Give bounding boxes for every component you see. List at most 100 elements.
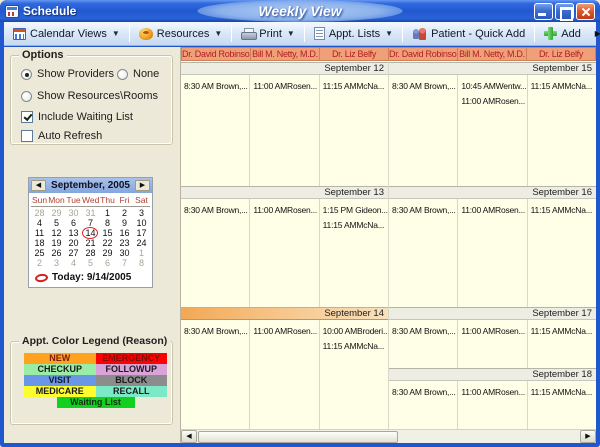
appointment[interactable]: 11:15 AMMcNa... <box>531 386 596 401</box>
appointment[interactable]: 8:30 AM Brown,... <box>184 325 249 340</box>
day-provider-column[interactable]: 1:15 PM Gideon...11:15 AMMcNa... <box>320 199 388 307</box>
calendar-day[interactable]: 5 <box>82 258 99 268</box>
calendar-day[interactable]: 22 <box>99 238 116 248</box>
day-header[interactable]: September 12 <box>181 62 388 75</box>
appointment[interactable]: 8:30 AM Brown,... <box>392 386 457 401</box>
day-provider-column[interactable]: 8:30 AM Brown,... <box>181 199 250 307</box>
calendar-day[interactable]: 14 <box>82 228 99 238</box>
calendar-day[interactable]: 17 <box>133 228 150 238</box>
calendar-day[interactable]: 31 <box>82 208 99 218</box>
calendar-views-button[interactable]: Calendar Views ▼ <box>7 26 126 42</box>
day-header[interactable]: September 14 <box>181 307 388 320</box>
calendar-day[interactable]: 18 <box>31 238 48 248</box>
day-header[interactable]: September 13 <box>181 186 388 199</box>
appointment[interactable]: 8:30 AM Brown,... <box>184 204 249 219</box>
calendar-day[interactable]: 24 <box>133 238 150 248</box>
day-provider-column[interactable]: 8:30 AM Brown,... <box>389 199 458 307</box>
day-provider-column[interactable]: 11:15 AMMcNa... <box>528 199 596 307</box>
calendar-day[interactable]: 16 <box>116 228 133 238</box>
calendar-day[interactable]: 2 <box>31 258 48 268</box>
day-header[interactable]: September 16 <box>389 186 596 199</box>
scroll-right-arrow[interactable]: ▶ <box>580 430 596 443</box>
calendar-day[interactable]: 29 <box>48 208 65 218</box>
calendar-prev-button[interactable]: ◀ <box>31 180 46 191</box>
calendar-day[interactable]: 8 <box>99 218 116 228</box>
appointment[interactable]: 8:30 AM Brown,... <box>184 80 249 95</box>
appointment[interactable]: 11:15 AMMcNa... <box>323 219 388 234</box>
day-provider-column[interactable]: 10:45 AMWentw...11:00 AMRosen... <box>458 75 527 186</box>
appointment[interactable]: 10:45 AMWentw... <box>461 80 526 95</box>
day-provider-column[interactable]: 10:00 AMBroderi...11:15 AMMcNa... <box>320 320 388 429</box>
appointment[interactable]: 11:00 AMRosen... <box>461 325 526 340</box>
appointment[interactable]: 11:00 AMRosen... <box>461 386 526 401</box>
calendar-today-row[interactable]: Today: 9/14/2005 <box>29 269 152 287</box>
calendar-day[interactable]: 3 <box>133 208 150 218</box>
day-provider-column[interactable]: 8:30 AM Brown,... <box>389 320 458 368</box>
calendar-day[interactable]: 15 <box>99 228 116 238</box>
calendar-day[interactable]: 28 <box>31 208 48 218</box>
calendar-day[interactable]: 8 <box>133 258 150 268</box>
calendar-day[interactable]: 4 <box>31 218 48 228</box>
calendar-day[interactable]: 26 <box>48 248 65 258</box>
day-header[interactable]: September 17 <box>389 307 596 320</box>
appointment[interactable]: 8:30 AM Brown,... <box>392 80 457 95</box>
calendar-day[interactable]: 11 <box>31 228 48 238</box>
calendar-day[interactable]: 25 <box>31 248 48 258</box>
calendar-day[interactable]: 27 <box>65 248 82 258</box>
appointment[interactable]: 11:00 AMRosen... <box>253 204 318 219</box>
day-provider-column[interactable]: 8:30 AM Brown,... <box>181 320 250 429</box>
day-provider-column[interactable]: 11:00 AMRosen... <box>250 75 319 186</box>
appointment[interactable]: 1:15 PM Gideon... <box>323 204 388 219</box>
appointment[interactable]: 11:15 AMMcNa... <box>531 325 596 340</box>
day-provider-column[interactable]: 11:00 AMRosen... <box>250 320 319 429</box>
calendar-day[interactable]: 6 <box>65 218 82 228</box>
appointment[interactable]: 8:30 AM Brown,... <box>392 325 457 340</box>
maximize-button[interactable] <box>555 3 574 20</box>
calendar-next-button[interactable]: ▶ <box>135 180 150 191</box>
scroll-left-arrow[interactable]: ◀ <box>181 430 197 443</box>
appt-lists-button[interactable]: Appt. Lists ▼ <box>308 25 399 42</box>
toolbar-overflow-button[interactable]: ▶ <box>588 27 600 41</box>
day-provider-column[interactable]: 11:00 AMRosen... <box>458 381 527 429</box>
appointment[interactable]: 11:15 AMMcNa... <box>323 80 388 95</box>
provider-column-header[interactable]: Dr. David Robinson <box>181 47 251 61</box>
calendar-day[interactable]: 1 <box>99 208 116 218</box>
calendar-day[interactable]: 30 <box>65 208 82 218</box>
appointment[interactable]: 11:00 AMRosen... <box>461 204 526 219</box>
include-waiting-list-checkbox[interactable] <box>21 111 33 123</box>
day-provider-column[interactable]: 8:30 AM Brown,... <box>389 381 458 429</box>
calendar-day[interactable]: 1 <box>133 248 150 258</box>
appointment[interactable]: 10:00 AMBroderi... <box>323 325 388 340</box>
day-provider-column[interactable]: 8:30 AM Brown,... <box>181 75 250 186</box>
day-provider-column[interactable]: 11:00 AMRosen... <box>250 199 319 307</box>
appointment[interactable]: 11:15 AMMcNa... <box>323 340 388 355</box>
calendar-day[interactable]: 23 <box>116 238 133 248</box>
calendar-day[interactable]: 13 <box>65 228 82 238</box>
day-provider-column[interactable]: 11:15 AMMcNa... <box>320 75 388 186</box>
day-provider-column[interactable]: 11:00 AMRosen... <box>458 199 527 307</box>
calendar-day[interactable]: 20 <box>65 238 82 248</box>
calendar-day[interactable]: 19 <box>48 238 65 248</box>
provider-column-header[interactable]: Dr. Liz Belfy <box>527 47 596 61</box>
calendar-day[interactable]: 29 <box>99 248 116 258</box>
day-provider-column[interactable]: 8:30 AM Brown,... <box>389 75 458 186</box>
calendar-day[interactable]: 5 <box>48 218 65 228</box>
calendar-day[interactable]: 12 <box>48 228 65 238</box>
day-provider-column[interactable]: 11:15 AMMcNa... <box>528 320 596 368</box>
calendar-day[interactable]: 9 <box>116 218 133 228</box>
calendar-day[interactable]: 30 <box>116 248 133 258</box>
close-button[interactable] <box>576 3 595 20</box>
calendar-day[interactable]: 6 <box>99 258 116 268</box>
resources-button[interactable]: Resources ▼ <box>133 26 229 42</box>
calendar-day[interactable]: 28 <box>82 248 99 258</box>
add-button[interactable]: Add <box>538 25 587 42</box>
provider-column-header[interactable]: Dr. Liz Belfy <box>320 47 389 61</box>
calendar-day[interactable]: 2 <box>116 208 133 218</box>
provider-column-header[interactable]: Bill M. Netty, M.D. <box>458 47 527 61</box>
patient-quick-add-button[interactable]: Patient - Quick Add <box>406 26 531 42</box>
day-provider-column[interactable]: 11:15 AMMcNa... <box>528 75 596 186</box>
appointment[interactable]: 11:00 AMRosen... <box>253 325 318 340</box>
day-provider-column[interactable]: 11:00 AMRosen... <box>458 320 527 368</box>
day-provider-column[interactable]: 11:15 AMMcNa... <box>528 381 596 429</box>
appointment[interactable]: 11:15 AMMcNa... <box>531 80 596 95</box>
